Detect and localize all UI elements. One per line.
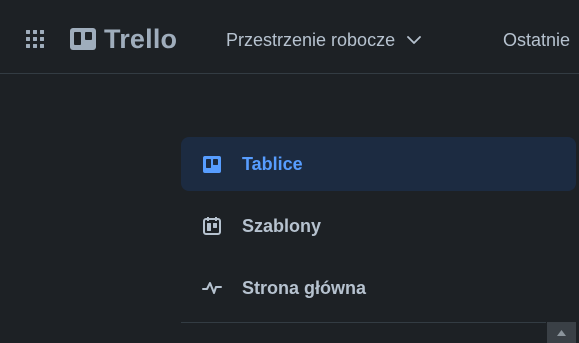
sidebar-item-label: Strona główna <box>242 277 367 298</box>
sidebar-menu: Tablice Szablony Strona główna <box>181 137 576 323</box>
sidebar-item-boards[interactable]: Tablice <box>181 137 576 191</box>
sidebar-item-home[interactable]: Strona główna <box>181 261 576 315</box>
chevron-down-icon <box>407 35 421 44</box>
scrollbar-up-button[interactable] <box>547 322 576 343</box>
trello-board-icon <box>70 28 96 50</box>
recent-dropdown[interactable]: Ostatnie <box>503 27 579 53</box>
trello-logo-link[interactable]: Trello <box>70 22 177 56</box>
template-icon <box>201 215 223 237</box>
top-navigation-bar: Trello Przestrzenie robocze Ostatnie <box>0 0 579 74</box>
app-switcher-button[interactable] <box>20 24 50 54</box>
sidebar-item-templates[interactable]: Szablony <box>181 199 576 253</box>
activity-icon <box>201 277 223 299</box>
board-icon <box>201 153 223 175</box>
grid-icon <box>26 30 44 48</box>
scroll-up-arrow-icon <box>557 329 566 336</box>
sidebar-divider <box>181 322 546 323</box>
brand-name: Trello <box>104 23 178 54</box>
sidebar-item-label: Tablice <box>242 153 303 174</box>
workspaces-dropdown[interactable]: Przestrzenie robocze <box>226 27 421 53</box>
sidebar-item-label: Szablony <box>242 215 322 236</box>
workspaces-label: Przestrzenie robocze <box>226 29 396 50</box>
recent-label: Ostatnie <box>503 29 571 50</box>
